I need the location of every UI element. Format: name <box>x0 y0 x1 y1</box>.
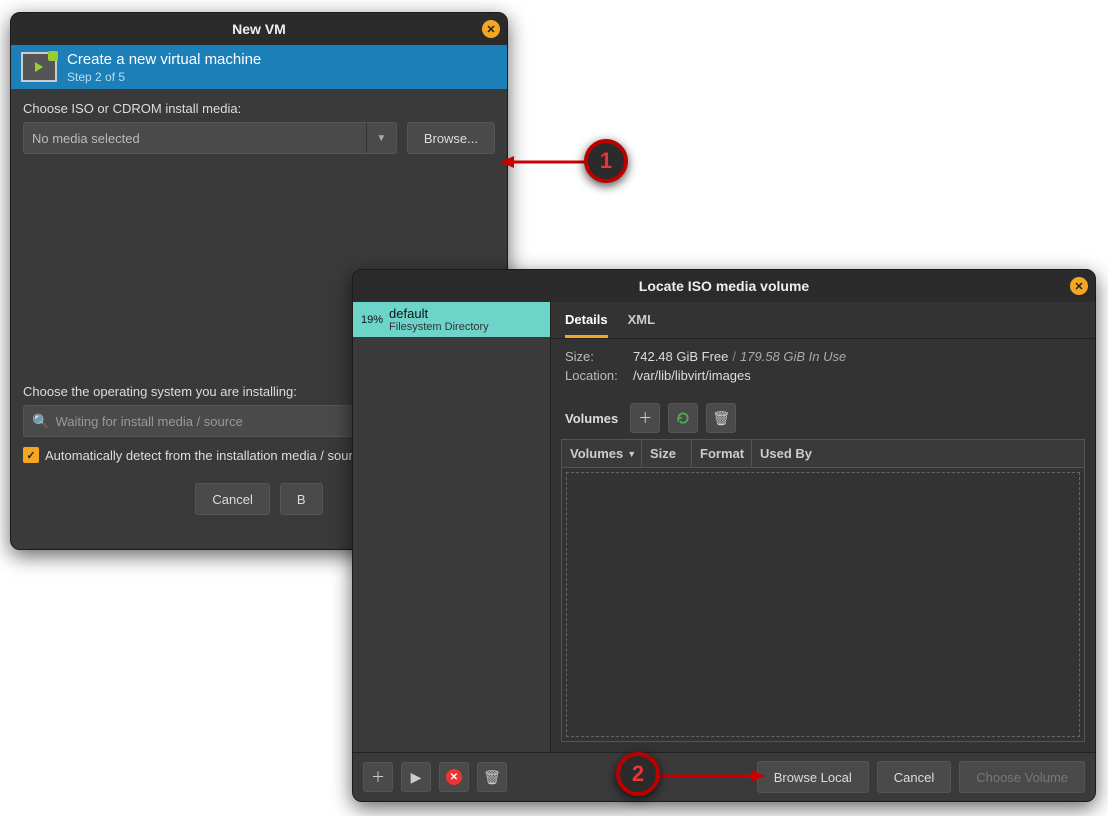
titlebar[interactable]: Locate ISO media volume ✕ <box>353 270 1095 302</box>
pool-usage-percent: 19% <box>361 314 383 326</box>
volumes-label: Volumes <box>565 411 618 426</box>
sort-desc-icon: ▼ <box>627 449 636 459</box>
wizard-title: Create a new virtual machine <box>67 51 261 68</box>
volumes-table: Volumes▼ Size Format Used By <box>561 439 1085 742</box>
pool-type: Filesystem Directory <box>389 321 489 333</box>
checkbox-checked-icon: ✓ <box>23 447 39 463</box>
annotation-2: 2 <box>616 752 660 796</box>
window-title: Locate ISO media volume <box>639 278 809 294</box>
vm-wizard-icon <box>21 52 57 82</box>
col-volumes[interactable]: Volumes▼ <box>562 440 642 467</box>
media-label: Choose ISO or CDROM install media: <box>23 101 495 116</box>
titlebar[interactable]: New VM ✕ <box>11 13 507 45</box>
col-size[interactable]: Size <box>642 440 692 467</box>
window-title: New VM <box>232 21 286 37</box>
locate-iso-window: Locate ISO media volume ✕ 19% default Fi… <box>352 269 1096 802</box>
tab-details[interactable]: Details <box>565 312 608 338</box>
close-icon[interactable]: ✕ <box>1070 277 1088 295</box>
browse-button[interactable]: Browse... <box>407 122 495 154</box>
col-format[interactable]: Format <box>692 440 752 467</box>
stop-pool-button[interactable]: ✕ <box>439 762 469 792</box>
delete-volume-button[interactable]: 🗑 <box>706 403 736 433</box>
refresh-button[interactable] <box>668 403 698 433</box>
pool-item-default[interactable]: 19% default Filesystem Directory <box>353 302 550 337</box>
size-value: 742.48 GiB Free/179.58 GiB In Use <box>633 349 846 364</box>
tab-xml[interactable]: XML <box>628 312 655 338</box>
wizard-step: Step 2 of 5 <box>67 70 261 84</box>
pool-name: default <box>389 306 489 321</box>
annotation-1: 1 <box>584 139 628 183</box>
autodetect-label: Automatically detect from the installati… <box>45 448 367 463</box>
close-icon[interactable]: ✕ <box>482 20 500 38</box>
delete-pool-button[interactable]: 🗑 <box>477 762 507 792</box>
browse-local-button[interactable]: Browse Local <box>757 761 869 793</box>
location-key: Location: <box>565 368 625 383</box>
start-pool-button[interactable]: ▶ <box>401 762 431 792</box>
choose-volume-button[interactable]: Choose Volume <box>959 761 1085 793</box>
media-select-value: No media selected <box>32 131 140 146</box>
pool-sidebar: 19% default Filesystem Directory <box>353 302 551 752</box>
add-volume-button[interactable]: ＋ <box>630 403 660 433</box>
media-select[interactable]: No media selected ▼ <box>23 122 397 154</box>
cancel-button[interactable]: Cancel <box>195 483 269 515</box>
os-search-placeholder: Waiting for install media / source <box>55 414 242 429</box>
volumes-table-body <box>566 472 1080 737</box>
wizard-header: Create a new virtual machine Step 2 of 5 <box>11 45 507 89</box>
location-value: /var/lib/libvirt/images <box>633 368 751 383</box>
cancel-button[interactable]: Cancel <box>877 761 951 793</box>
size-key: Size: <box>565 349 625 364</box>
back-button[interactable]: B <box>280 483 323 515</box>
col-usedby[interactable]: Used By <box>752 440 1084 467</box>
add-pool-button[interactable]: ＋ <box>363 762 393 792</box>
chevron-down-icon[interactable]: ▼ <box>366 123 396 153</box>
search-icon: 🔍 <box>32 413 49 430</box>
